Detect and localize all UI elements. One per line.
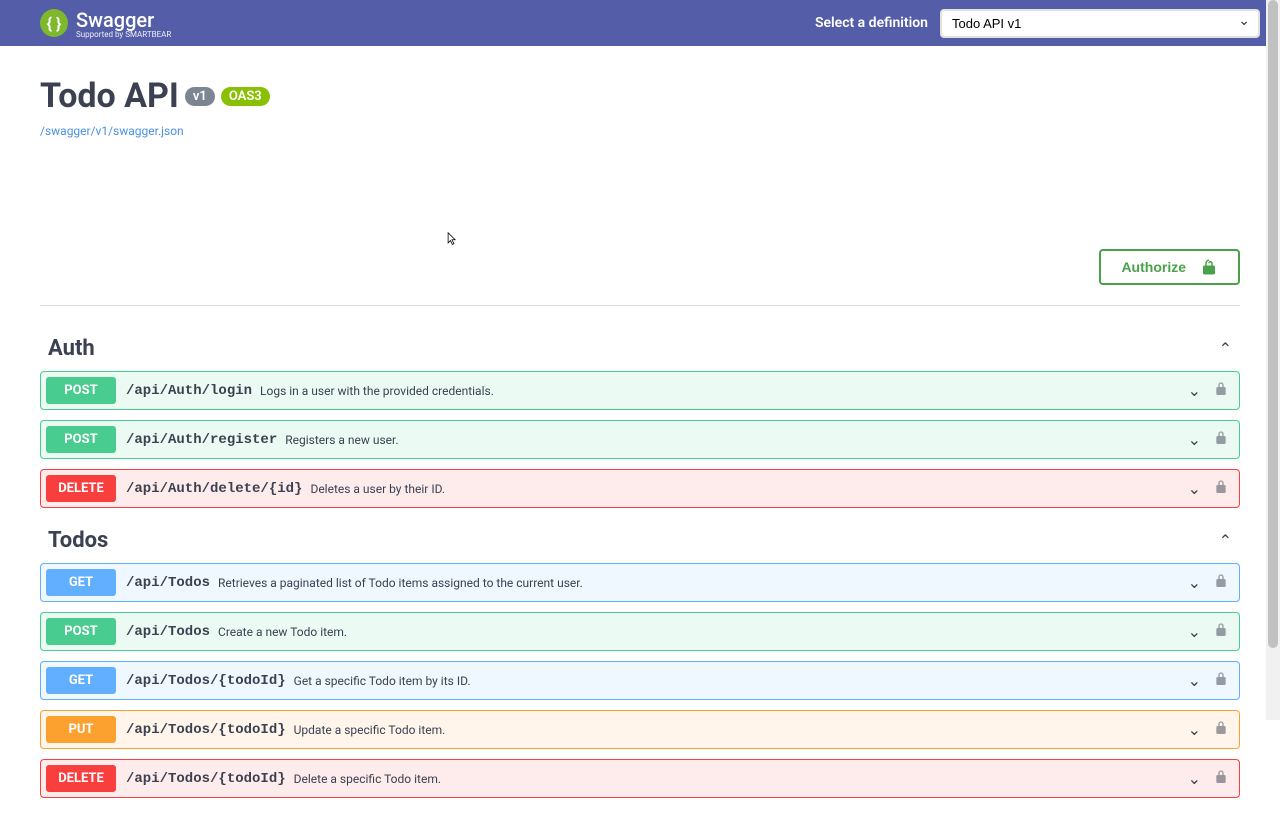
operation-path: /api/Todos/{todoId} [126,771,286,787]
topbar: { } Swagger Supported by SMARTBEAR Selec… [0,0,1280,46]
operation-row[interactable]: POST/api/Auth/login Logs in a user with t… [40,371,1240,410]
logo-subtitle: Supported by SMARTBEAR [76,30,171,39]
operation-summary: Retrieves a paginated list of Todo items… [218,576,1188,590]
operation-summary: Registers a new user. [285,433,1187,447]
auth-lock-icon[interactable] [1213,671,1229,691]
http-method-badge: DELETE [46,475,116,502]
auth-lock-icon[interactable] [1213,720,1229,740]
spec-url-link[interactable]: /swagger/v1/swagger.json [40,124,184,138]
tag-name: Todos [48,528,108,553]
http-method-badge: POST [46,377,116,404]
tag-name: Auth [48,336,95,361]
operation-row[interactable]: PUT/api/Todos/{todoId} Update a specific … [40,710,1240,749]
logo[interactable]: { } Swagger Supported by SMARTBEAR [40,8,171,39]
lock-icon [1213,769,1229,785]
lock-icon [1213,671,1229,687]
operation-summary: Update a specific Todo item. [294,723,1188,737]
operation-path: /api/Todos [126,624,210,640]
chevron-down-icon: ⌄ [1188,622,1201,641]
authorize-button[interactable]: Authorize [1099,249,1240,285]
definition-selector: Select a definition Todo API v1 [815,9,1260,38]
auth-lock-icon[interactable] [1213,430,1229,450]
swagger-icon: { } [40,9,68,37]
auth-lock-icon[interactable] [1213,622,1229,642]
auth-lock-icon[interactable] [1213,769,1229,789]
chevron-down-icon: ⌄ [1188,720,1201,739]
http-method-badge: GET [46,667,116,694]
chevron-up-icon: ⌃ [1219,339,1232,358]
lock-icon [1213,622,1229,638]
http-method-badge: POST [46,426,116,453]
tag-header-todos[interactable]: Todos ⌃ [40,518,1240,563]
oas-badge: OAS3 [221,87,270,106]
scrollbar[interactable] [1266,0,1280,720]
lock-icon [1213,720,1229,736]
operation-summary: Deletes a user by their ID. [310,482,1187,496]
chevron-down-icon: ⌄ [1188,479,1201,498]
operation-row[interactable]: POST/api/Todos Create a new Todo item.⌄ [40,612,1240,651]
operation-path: /api/Auth/register [126,432,277,448]
version-badge: v1 [185,87,215,106]
operation-summary: Get a specific Todo item by its ID. [294,674,1188,688]
definition-select[interactable]: Todo API v1 [940,9,1260,38]
operation-row[interactable]: DELETE/api/Todos/{todoId} Delete a specif… [40,759,1240,798]
lock-icon [1213,479,1229,495]
chevron-down-icon: ⌄ [1188,573,1201,592]
auth-lock-icon[interactable] [1213,479,1229,499]
chevron-down-icon: ⌄ [1188,671,1201,690]
operation-summary: Delete a specific Todo item. [294,772,1188,786]
scrollbar-thumb[interactable] [1268,0,1278,648]
http-method-badge: DELETE [46,765,116,792]
lock-open-icon [1200,258,1218,276]
lock-icon [1213,430,1229,446]
chevron-down-icon: ⌄ [1188,769,1201,788]
http-method-badge: POST [46,618,116,645]
authorize-label: Authorize [1121,259,1186,275]
http-method-badge: GET [46,569,116,596]
operation-path: /api/Todos/{todoId} [126,673,286,689]
operation-path: /api/Todos [126,575,210,591]
operation-path: /api/Todos/{todoId} [126,722,286,738]
chevron-up-icon: ⌃ [1219,531,1232,550]
operation-path: /api/Auth/delete/{id} [126,481,302,497]
api-title-row: Todo API v1 OAS3 [40,76,1240,116]
tag-header-auth[interactable]: Auth ⌃ [40,326,1240,371]
lock-icon [1213,573,1229,589]
operation-row[interactable]: GET/api/Todos Retrieves a paginated list … [40,563,1240,602]
auth-lock-icon[interactable] [1213,573,1229,593]
operation-row[interactable]: POST/api/Auth/register Registers a new us… [40,420,1240,459]
chevron-down-icon: ⌄ [1188,381,1201,400]
operation-path: /api/Auth/login [126,383,252,399]
auth-lock-icon[interactable] [1213,381,1229,401]
api-title: Todo API [40,76,179,116]
definition-label: Select a definition [815,15,928,31]
logo-text: Swagger [76,8,171,32]
http-method-badge: PUT [46,716,116,743]
chevron-down-icon: ⌄ [1188,430,1201,449]
operation-row[interactable]: GET/api/Todos/{todoId} Get a specific Tod… [40,661,1240,700]
lock-icon [1213,381,1229,397]
operation-row[interactable]: DELETE/api/Auth/delete/{id} Deletes a use… [40,469,1240,508]
operation-summary: Create a new Todo item. [218,625,1188,639]
operation-summary: Logs in a user with the provided credent… [260,384,1188,398]
